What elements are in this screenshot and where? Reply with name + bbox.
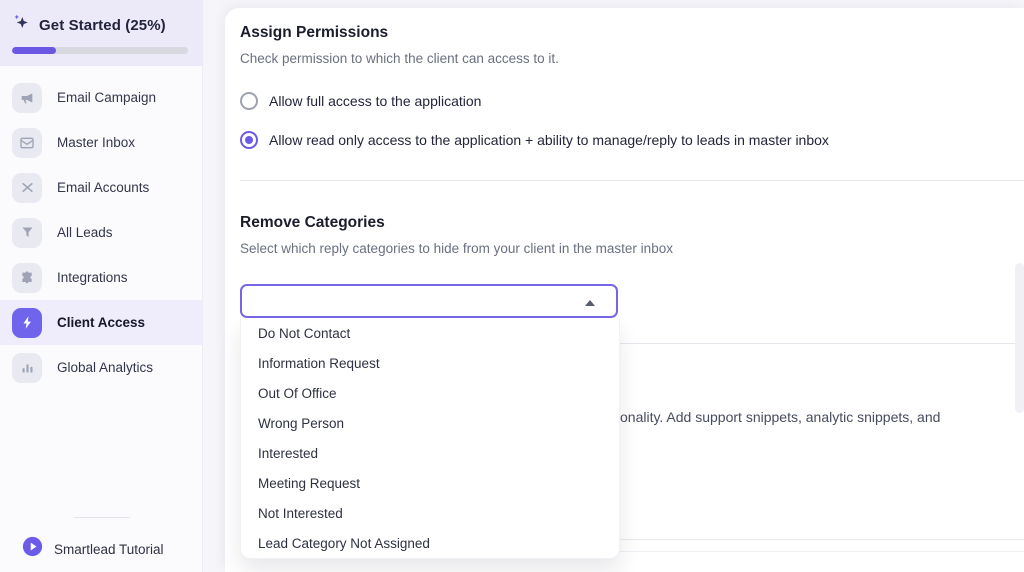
funnel-icon xyxy=(12,217,42,248)
sidebar-item-master-inbox[interactable]: Master Inbox xyxy=(0,120,203,165)
sidebar-item-label: Email Campaign xyxy=(57,90,157,105)
dropdown-option-information-request[interactable]: Information Request xyxy=(241,349,619,379)
sidebar-item-client-access[interactable]: Client Access xyxy=(0,300,203,345)
play-icon xyxy=(22,536,43,562)
megaphone-icon xyxy=(12,82,42,113)
sidebar-item-global-analytics[interactable]: Global Analytics xyxy=(0,345,203,390)
remove-categories-description: Select which reply categories to hide fr… xyxy=(240,241,673,256)
bolt-icon xyxy=(12,307,42,338)
section-divider xyxy=(240,180,1024,181)
sidebar-item-label: Client Access xyxy=(57,315,146,330)
radio-read-only-access[interactable]: Allow read only access to the applicatio… xyxy=(240,131,829,149)
sidebar-item-label: Integrations xyxy=(57,270,128,285)
dropdown-option-do-not-contact[interactable]: Do Not Contact xyxy=(241,319,619,349)
dropdown-option-out-of-office[interactable]: Out Of Office xyxy=(241,379,619,409)
dropdown-option-meeting-request[interactable]: Meeting Request xyxy=(241,469,619,499)
radio-full-access[interactable]: Allow full access to the application xyxy=(240,92,481,110)
dropdown-option-interested[interactable]: Interested xyxy=(241,439,619,469)
bar-chart-icon xyxy=(12,352,42,383)
sidebar-item-label: Email Accounts xyxy=(57,180,150,195)
sidebar-item-integrations[interactable]: Integrations xyxy=(0,255,203,300)
radio-label: Allow read only access to the applicatio… xyxy=(269,132,829,148)
sidebar-item-email-accounts[interactable]: Email Accounts xyxy=(0,165,203,210)
sidebar: Get Started (25%) Email Campaign Master … xyxy=(0,0,203,572)
partially-hidden-description: onality. Add support snippets, analytic … xyxy=(620,409,941,425)
dropdown-option-wrong-person[interactable]: Wrong Person xyxy=(241,409,619,439)
sparkle-icon xyxy=(12,13,31,37)
sidebar-item-label: Global Analytics xyxy=(57,360,154,375)
remove-categories-select[interactable] xyxy=(240,284,618,318)
sidebar-nav: Email Campaign Master Inbox Email Accoun… xyxy=(0,75,203,390)
dropdown-option-not-interested[interactable]: Not Interested xyxy=(241,499,619,529)
progress-bar-fill xyxy=(12,47,56,54)
dropdown-option-lead-category-not-assigned[interactable]: Lead Category Not Assigned xyxy=(241,529,619,558)
chevron-up-icon[interactable] xyxy=(585,300,595,306)
sidebar-item-label: All Leads xyxy=(57,225,113,240)
sidebar-item-label: Master Inbox xyxy=(57,135,136,150)
get-started-banner[interactable]: Get Started (25%) xyxy=(0,0,203,66)
remove-categories-title: Remove Categories xyxy=(240,214,385,231)
email-swap-icon xyxy=(12,172,42,203)
sidebar-footer: Smartlead Tutorial xyxy=(0,517,203,572)
sidebar-item-all-leads[interactable]: All Leads xyxy=(0,210,203,255)
smartlead-tutorial-link[interactable]: Smartlead Tutorial xyxy=(0,536,203,572)
categories-dropdown-menu: Do Not Contact Information Request Out O… xyxy=(240,319,620,559)
get-started-label: Get Started (25%) xyxy=(39,16,166,34)
assign-permissions-title: Assign Permissions xyxy=(240,24,389,41)
assign-permissions-description: Check permission to which the client can… xyxy=(240,51,559,66)
radio-circle-icon[interactable] xyxy=(240,92,258,110)
app-window: Get Started (25%) Email Campaign Master … xyxy=(0,0,1024,572)
tutorial-label: Smartlead Tutorial xyxy=(54,541,164,557)
radio-label: Allow full access to the application xyxy=(269,93,482,109)
puzzle-icon xyxy=(12,262,42,293)
radio-circle-selected-icon[interactable] xyxy=(240,131,258,149)
sidebar-item-email-campaign[interactable]: Email Campaign xyxy=(0,75,203,120)
envelope-icon xyxy=(12,127,42,158)
progress-bar xyxy=(12,47,188,54)
sidebar-footer-divider xyxy=(73,517,130,518)
main-panel: Assign Permissions Check permission to w… xyxy=(225,8,1024,572)
scrollbar-thumb[interactable] xyxy=(1015,263,1024,413)
